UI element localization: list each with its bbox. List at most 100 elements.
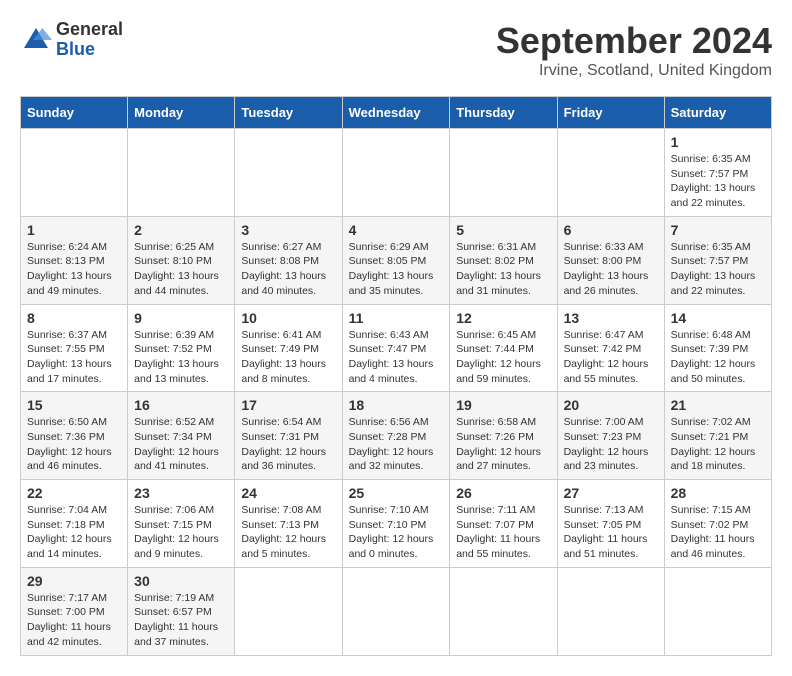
day-number: 6 [564,222,658,238]
day-info: Sunrise: 7:04 AM Sunset: 7:18 PM Dayligh… [27,503,121,562]
location-subtitle: Irvine, Scotland, United Kingdom [496,62,772,80]
calendar-cell [450,567,557,655]
day-info: Sunrise: 6:43 AM Sunset: 7:47 PM Dayligh… [349,328,444,387]
day-number: 25 [349,485,444,501]
calendar-cell: 29 Sunrise: 7:17 AM Sunset: 7:00 PM Dayli… [21,567,128,655]
day-number: 9 [134,310,228,326]
calendar-cell: 22 Sunrise: 7:04 AM Sunset: 7:18 PM Dayli… [21,480,128,568]
calendar-cell: 1 Sunrise: 6:24 AM Sunset: 8:13 PM Daylig… [21,216,128,304]
calendar-cell: 5Sunrise: 6:31 AM Sunset: 8:02 PM Daylig… [450,216,557,304]
weekday-header: Tuesday [235,97,342,129]
day-number: 29 [27,573,121,589]
day-info: Sunrise: 6:54 AM Sunset: 7:31 PM Dayligh… [241,415,335,474]
weekday-header: Wednesday [342,97,450,129]
calendar-cell: 9 Sunrise: 6:39 AM Sunset: 7:52 PM Daylig… [128,304,235,392]
calendar-cell: 12Sunrise: 6:45 AM Sunset: 7:44 PM Dayli… [450,304,557,392]
weekday-header: Thursday [450,97,557,129]
day-info: Sunrise: 6:50 AM Sunset: 7:36 PM Dayligh… [27,415,121,474]
day-info: Sunrise: 6:35 AM Sunset: 7:57 PM Dayligh… [671,240,765,299]
calendar-cell: 7 Sunrise: 6:35 AM Sunset: 7:57 PM Daylig… [664,216,771,304]
day-info: Sunrise: 6:24 AM Sunset: 8:13 PM Dayligh… [27,240,121,299]
day-number: 27 [564,485,658,501]
day-number: 18 [349,397,444,413]
calendar-cell: 3 Sunrise: 6:27 AM Sunset: 8:08 PM Daylig… [235,216,342,304]
weekday-header: Monday [128,97,235,129]
day-number: 19 [456,397,550,413]
day-info: Sunrise: 7:10 AM Sunset: 7:10 PM Dayligh… [349,503,444,562]
day-number: 11 [349,310,444,326]
calendar-cell: 15 Sunrise: 6:50 AM Sunset: 7:36 PM Dayli… [21,392,128,480]
day-number: 15 [27,397,121,413]
calendar-cell [342,567,450,655]
calendar-cell: 16 Sunrise: 6:52 AM Sunset: 7:34 PM Dayli… [128,392,235,480]
header: General Blue September 2024 Irvine, Scot… [20,20,772,80]
calendar-cell: 27 Sunrise: 7:13 AM Sunset: 7:05 PM Dayli… [557,480,664,568]
day-info: Sunrise: 7:13 AM Sunset: 7:05 PM Dayligh… [564,503,658,562]
day-info: Sunrise: 7:17 AM Sunset: 7:00 PM Dayligh… [27,591,121,650]
day-info: Sunrise: 7:11 AM Sunset: 7:07 PM Dayligh… [456,503,550,562]
weekday-header: Saturday [664,97,771,129]
calendar-cell: 6Sunrise: 6:33 AM Sunset: 8:00 PM Daylig… [557,216,664,304]
weekday-header-row: SundayMondayTuesdayWednesdayThursdayFrid… [21,97,772,129]
logo-icon [20,24,52,56]
calendar-cell [557,129,664,217]
logo: General Blue [20,20,123,60]
calendar-week-row: 29 Sunrise: 7:17 AM Sunset: 7:00 PM Dayli… [21,567,772,655]
day-number: 1 [671,134,765,150]
day-number: 7 [671,222,765,238]
day-info: Sunrise: 6:52 AM Sunset: 7:34 PM Dayligh… [134,415,228,474]
day-number: 8 [27,310,121,326]
day-info: Sunrise: 7:06 AM Sunset: 7:15 PM Dayligh… [134,503,228,562]
day-number: 1 [27,222,121,238]
day-number: 10 [241,310,335,326]
calendar-cell: 11 Sunrise: 6:43 AM Sunset: 7:47 PM Dayli… [342,304,450,392]
day-number: 20 [564,397,658,413]
day-number: 24 [241,485,335,501]
day-info: Sunrise: 6:27 AM Sunset: 8:08 PM Dayligh… [241,240,335,299]
calendar-cell [450,129,557,217]
day-number: 28 [671,485,765,501]
day-info: Sunrise: 6:29 AM Sunset: 8:05 PM Dayligh… [349,240,444,299]
day-number: 13 [564,310,658,326]
day-number: 3 [241,222,335,238]
day-number: 17 [241,397,335,413]
day-info: Sunrise: 7:15 AM Sunset: 7:02 PM Dayligh… [671,503,765,562]
day-info: Sunrise: 7:19 AM Sunset: 6:57 PM Dayligh… [134,591,228,650]
title-section: September 2024 Irvine, Scotland, United … [496,20,772,80]
day-info: Sunrise: 6:37 AM Sunset: 7:55 PM Dayligh… [27,328,121,387]
day-number: 4 [349,222,444,238]
day-number: 16 [134,397,228,413]
logo-text: General Blue [56,20,123,60]
calendar-cell [557,567,664,655]
calendar-cell: 30 Sunrise: 7:19 AM Sunset: 6:57 PM Dayli… [128,567,235,655]
calendar-cell: 13 Sunrise: 6:47 AM Sunset: 7:42 PM Dayli… [557,304,664,392]
calendar-cell [342,129,450,217]
day-number: 14 [671,310,765,326]
calendar-cell: 17 Sunrise: 6:54 AM Sunset: 7:31 PM Dayli… [235,392,342,480]
day-info: Sunrise: 6:45 AM Sunset: 7:44 PM Dayligh… [456,328,550,387]
day-info: Sunrise: 6:47 AM Sunset: 7:42 PM Dayligh… [564,328,658,387]
day-info: Sunrise: 7:00 AM Sunset: 7:23 PM Dayligh… [564,415,658,474]
day-info: Sunrise: 7:02 AM Sunset: 7:21 PM Dayligh… [671,415,765,474]
day-number: 26 [456,485,550,501]
calendar-cell: 4 Sunrise: 6:29 AM Sunset: 8:05 PM Daylig… [342,216,450,304]
calendar-cell [664,567,771,655]
weekday-header: Friday [557,97,664,129]
calendar-cell [235,567,342,655]
day-info: Sunrise: 6:39 AM Sunset: 7:52 PM Dayligh… [134,328,228,387]
calendar-cell: 1Sunrise: 6:35 AM Sunset: 7:57 PM Daylig… [664,129,771,217]
day-number: 2 [134,222,228,238]
day-number: 23 [134,485,228,501]
day-info: Sunrise: 7:08 AM Sunset: 7:13 PM Dayligh… [241,503,335,562]
calendar-cell: 21Sunrise: 7:02 AM Sunset: 7:21 PM Dayli… [664,392,771,480]
logo-general: General [56,20,123,40]
day-info: Sunrise: 6:58 AM Sunset: 7:26 PM Dayligh… [456,415,550,474]
calendar-cell: 23 Sunrise: 7:06 AM Sunset: 7:15 PM Dayli… [128,480,235,568]
day-number: 22 [27,485,121,501]
calendar-cell: 24 Sunrise: 7:08 AM Sunset: 7:13 PM Dayli… [235,480,342,568]
day-number: 5 [456,222,550,238]
calendar-cell: 26 Sunrise: 7:11 AM Sunset: 7:07 PM Dayli… [450,480,557,568]
day-info: Sunrise: 6:41 AM Sunset: 7:49 PM Dayligh… [241,328,335,387]
day-number: 30 [134,573,228,589]
logo-blue: Blue [56,40,123,60]
